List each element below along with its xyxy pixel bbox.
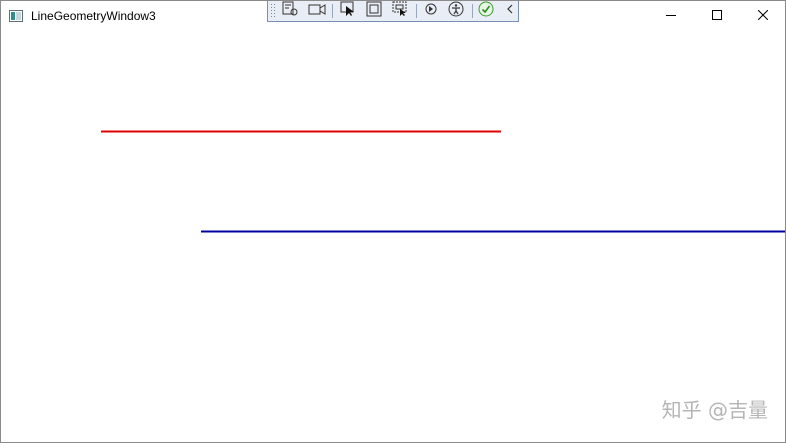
collapse-toolbar-icon <box>505 2 515 20</box>
select-element-icon <box>340 1 356 22</box>
toolbar-grip-icon[interactable] <box>271 4 277 19</box>
minimize-button[interactable] <box>648 1 694 31</box>
track-focused-element-button[interactable] <box>391 1 409 22</box>
maximize-icon <box>712 7 722 25</box>
record-icon <box>308 2 326 21</box>
app-window-icon <box>9 9 23 23</box>
record-button[interactable] <box>308 3 326 19</box>
collapse-toolbar-button[interactable] <box>501 3 519 19</box>
binding-status-ok-icon <box>478 1 494 22</box>
select-element-button[interactable] <box>339 1 357 22</box>
watermark: 知乎 @吉量 <box>661 398 768 422</box>
display-layout-adorners-icon <box>366 1 382 22</box>
toolbar-separator <box>472 4 473 18</box>
close-button[interactable] <box>740 1 785 31</box>
minimize-icon <box>666 7 676 25</box>
close-icon <box>757 7 769 25</box>
display-layout-adorners-button[interactable] <box>365 1 383 22</box>
maximize-button[interactable] <box>694 1 740 31</box>
live-visual-tree-button[interactable] <box>281 1 299 22</box>
accessibility-button[interactable] <box>447 1 465 22</box>
accessibility-icon <box>448 1 464 22</box>
toolbar-separator <box>332 4 333 18</box>
toolbar-separator <box>416 4 417 18</box>
binding-status-button[interactable] <box>477 1 495 22</box>
track-focused-element-icon <box>392 1 408 22</box>
window-content <box>1 31 785 442</box>
hot-reload-icon <box>424 2 438 21</box>
line-canvas <box>101 130 785 233</box>
hot-reload-button[interactable] <box>422 3 440 19</box>
live-visual-tree-icon <box>282 1 298 22</box>
app-window: LineGeometryWindow3 <box>0 0 786 443</box>
window-title: LineGeometryWindow3 <box>31 9 156 23</box>
xaml-debug-toolbar[interactable] <box>267 1 519 22</box>
